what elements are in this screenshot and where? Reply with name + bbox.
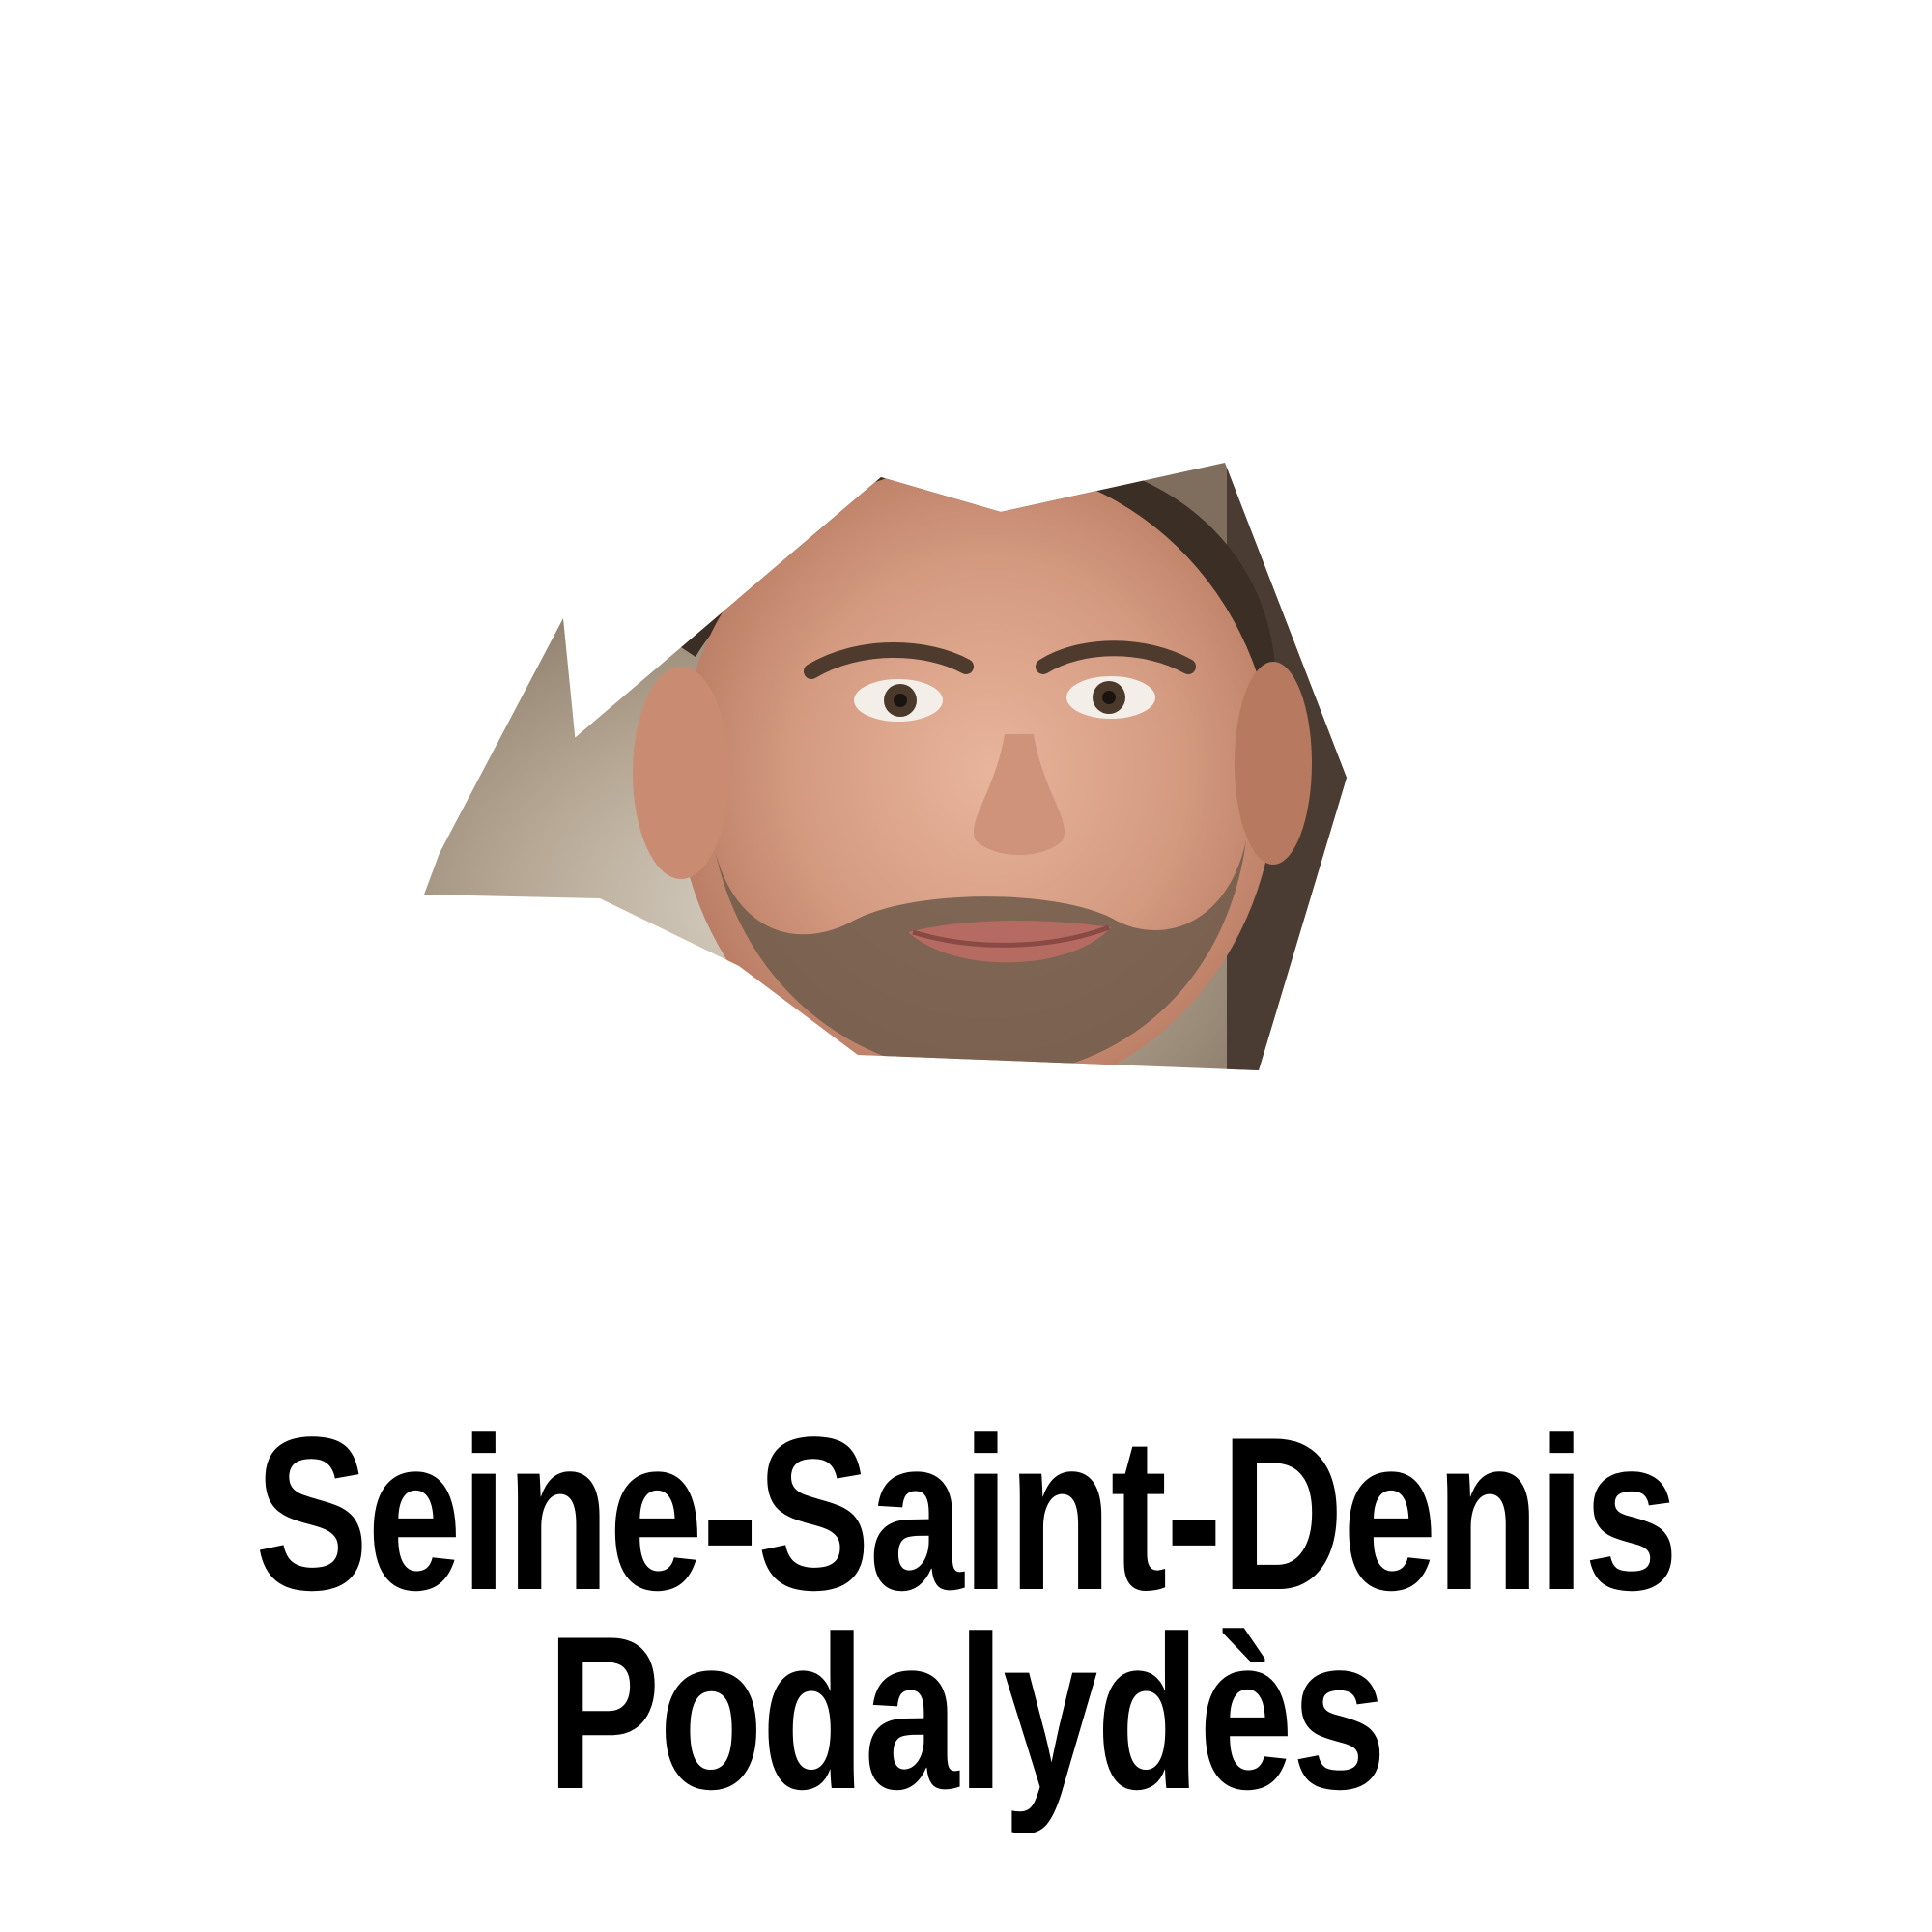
caption-line-2: Podalydès [547,1590,1386,1834]
